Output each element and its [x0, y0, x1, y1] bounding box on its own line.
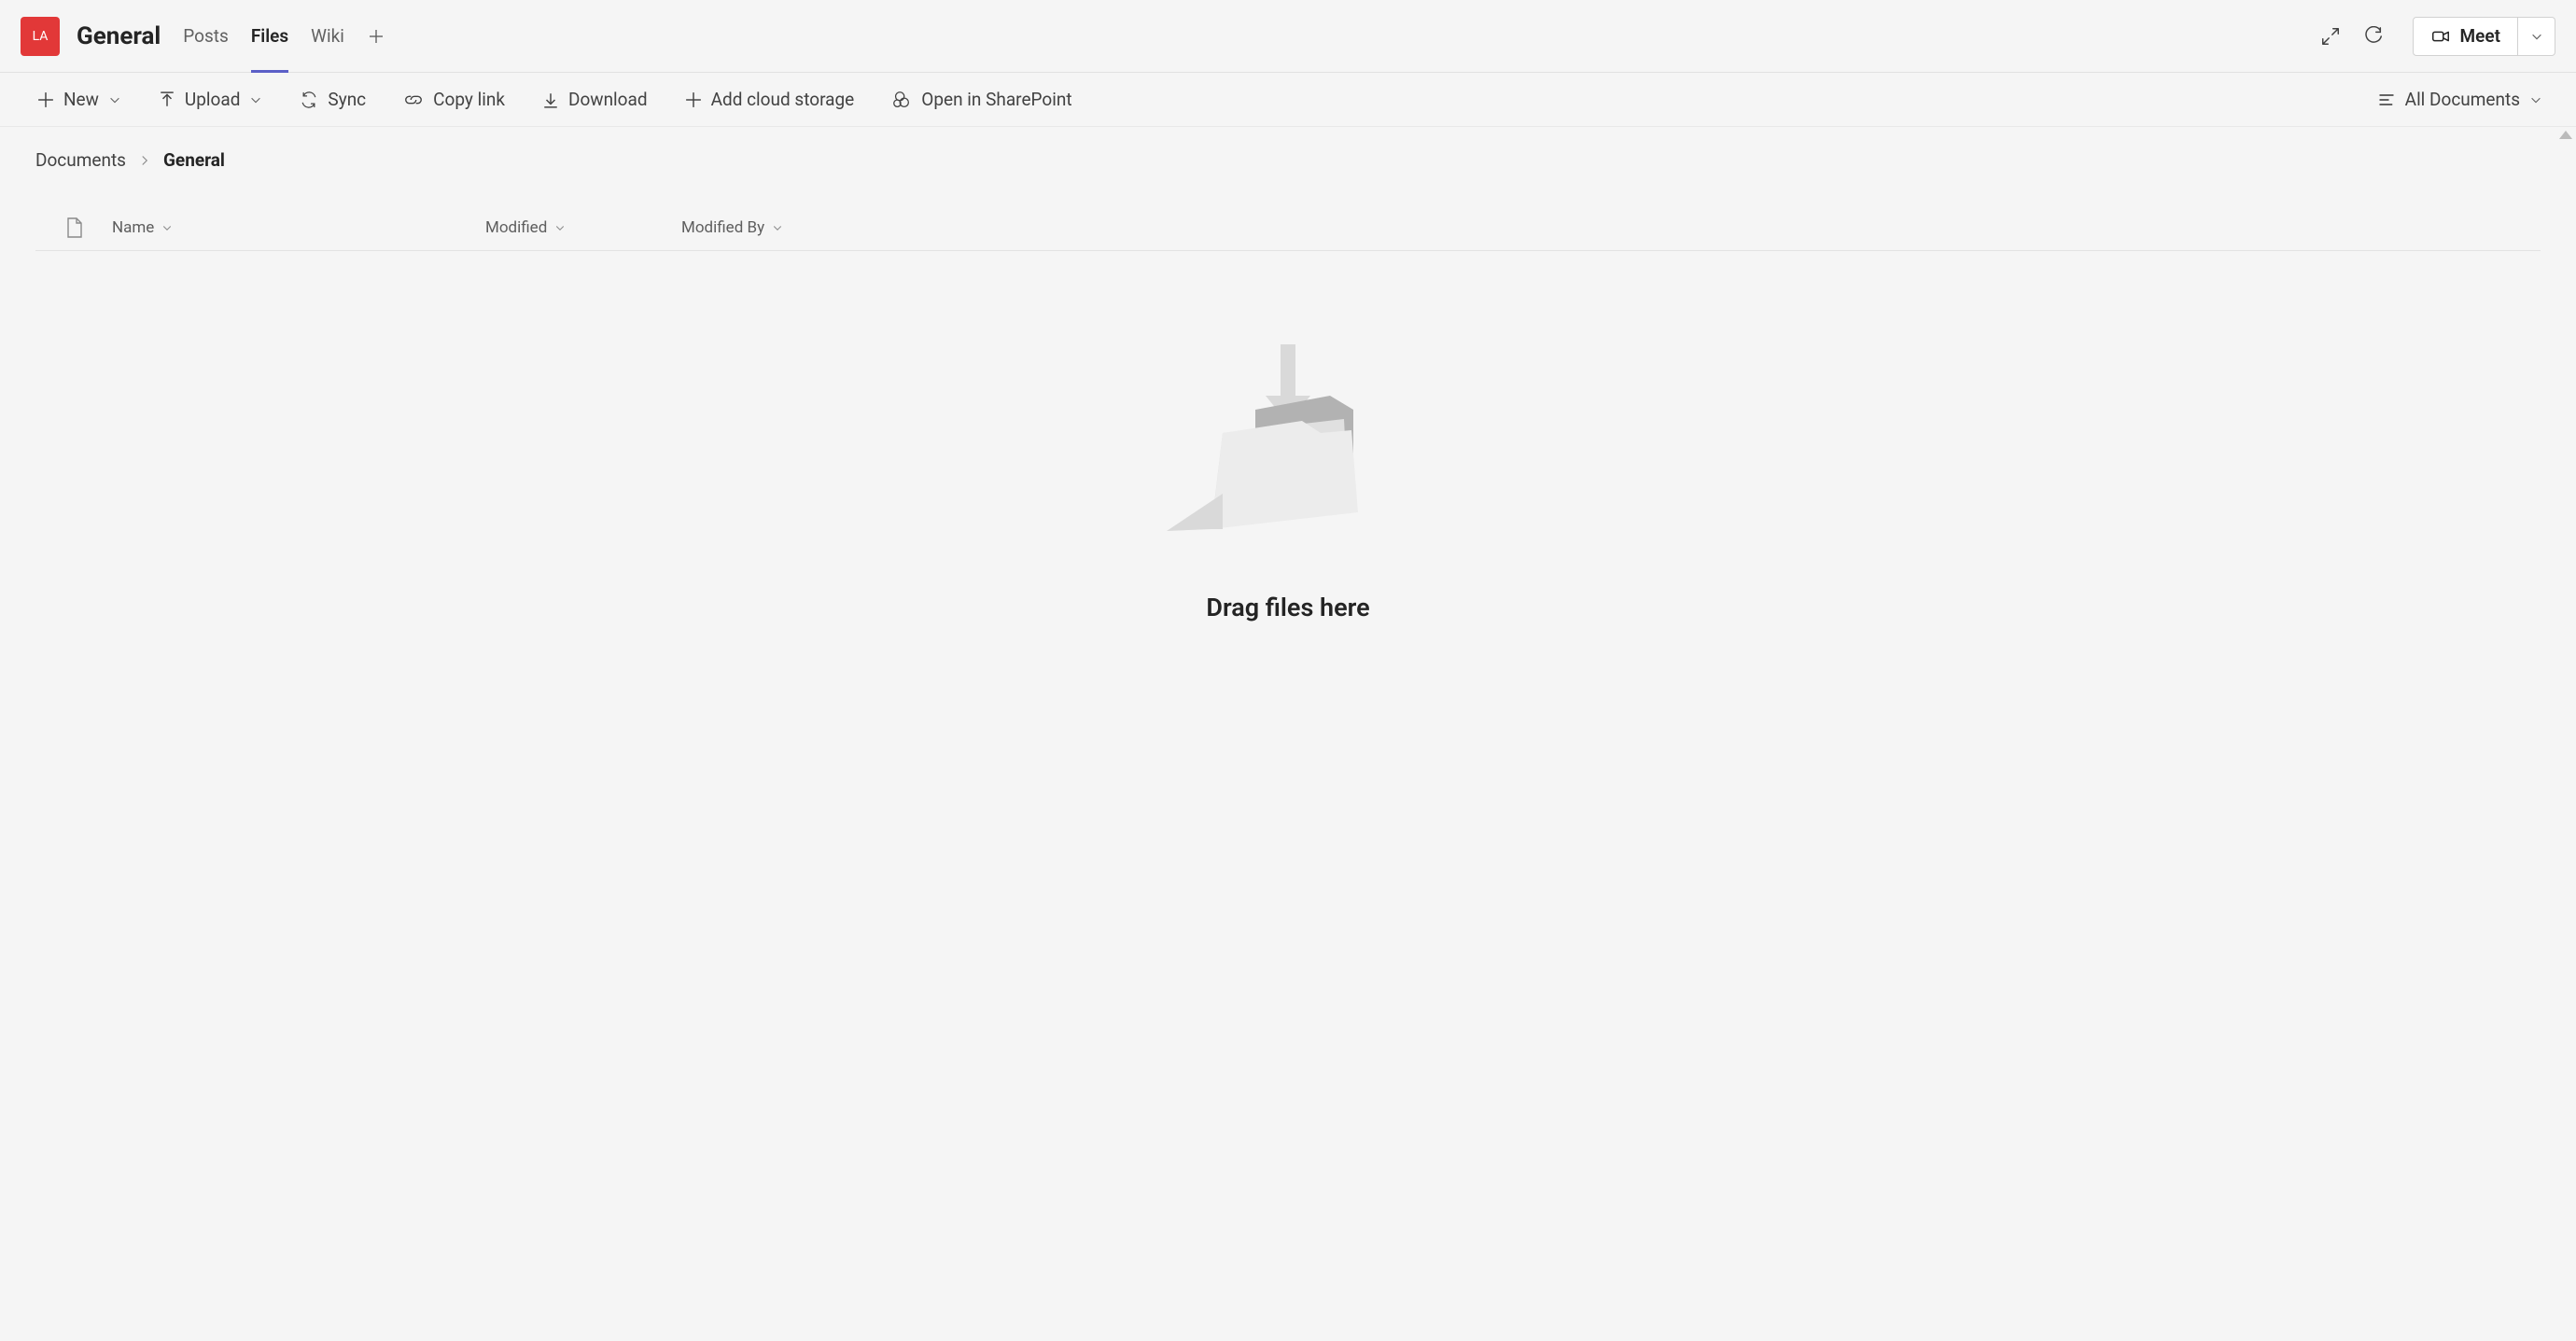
chevron-down-icon	[108, 93, 121, 106]
meet-label: Meet	[2460, 25, 2500, 47]
copy-link-label: Copy link	[433, 89, 505, 110]
meet-dropdown-button[interactable]	[2518, 17, 2555, 56]
upload-icon	[159, 91, 175, 108]
upload-label: Upload	[185, 89, 241, 110]
chevron-right-icon	[139, 149, 150, 171]
breadcrumb-root[interactable]: Documents	[35, 149, 126, 171]
document-icon	[65, 217, 84, 239]
download-label: Download	[568, 89, 648, 110]
modified-by-column-label: Modified By	[681, 218, 764, 237]
sharepoint-label: Open in SharePoint	[921, 89, 1071, 110]
download-icon	[542, 91, 559, 108]
copy-link-button[interactable]: Copy link	[399, 83, 509, 116]
refresh-button[interactable]	[2355, 18, 2392, 55]
view-label: All Documents	[2405, 89, 2520, 110]
sharepoint-icon	[891, 90, 912, 110]
breadcrumb: Documents General	[35, 149, 2541, 171]
sync-label: Sync	[328, 89, 366, 110]
plus-icon	[37, 91, 54, 108]
expand-arrow-icon	[2320, 26, 2341, 47]
modified-column-label: Modified	[485, 218, 547, 237]
sync-icon	[300, 91, 318, 109]
tab-files[interactable]: Files	[251, 0, 288, 73]
refresh-icon	[2363, 26, 2384, 47]
empty-state: Drag files here	[35, 344, 2541, 622]
name-column-label: Name	[112, 218, 154, 237]
view-selector[interactable]: All Documents	[2377, 89, 2542, 110]
channel-header: LA General Posts Files Wiki Meet	[0, 0, 2576, 73]
channel-name: General	[77, 22, 161, 50]
sync-button[interactable]: Sync	[296, 83, 370, 116]
plus-icon	[369, 29, 384, 44]
tab-wiki[interactable]: Wiki	[311, 0, 344, 73]
breadcrumb-current: General	[163, 149, 225, 171]
new-label: New	[63, 89, 99, 110]
modified-by-column-header[interactable]: Modified By	[681, 218, 868, 237]
drag-files-folder-icon	[1167, 344, 1409, 550]
add-tab-button[interactable]	[367, 27, 385, 46]
files-content-area: Documents General Name Modified Modified…	[0, 127, 2576, 1341]
files-command-bar: New Upload Sync Copy link Download Add c…	[0, 73, 2576, 127]
meet-button[interactable]: Meet	[2413, 17, 2518, 56]
new-button[interactable]: New	[34, 83, 125, 116]
link-icon	[403, 90, 424, 110]
files-columns-header: Name Modified Modified By	[35, 204, 2541, 251]
file-type-column[interactable]	[37, 217, 112, 239]
empty-state-text: Drag files here	[1206, 593, 1369, 622]
download-button[interactable]: Download	[539, 83, 651, 116]
chevron-down-icon	[161, 222, 173, 233]
chevron-down-icon	[2529, 93, 2542, 106]
scroll-up-button[interactable]	[2559, 131, 2572, 139]
expand-button[interactable]	[2312, 18, 2349, 55]
open-in-sharepoint-button[interactable]: Open in SharePoint	[888, 83, 1075, 116]
upload-button[interactable]: Upload	[155, 83, 267, 116]
camera-icon	[2430, 26, 2451, 47]
plus-icon	[685, 91, 702, 108]
chevron-down-icon	[249, 93, 262, 106]
add-cloud-storage-button[interactable]: Add cloud storage	[681, 83, 859, 116]
tab-posts[interactable]: Posts	[183, 0, 229, 73]
team-avatar[interactable]: LA	[21, 17, 60, 56]
chevron-down-icon	[772, 222, 783, 233]
add-cloud-label: Add cloud storage	[711, 89, 855, 110]
modified-column-header[interactable]: Modified	[485, 218, 681, 237]
chevron-down-icon	[2530, 30, 2543, 43]
list-view-icon	[2377, 91, 2396, 109]
name-column-header[interactable]: Name	[112, 218, 485, 237]
chevron-down-icon	[554, 222, 566, 233]
